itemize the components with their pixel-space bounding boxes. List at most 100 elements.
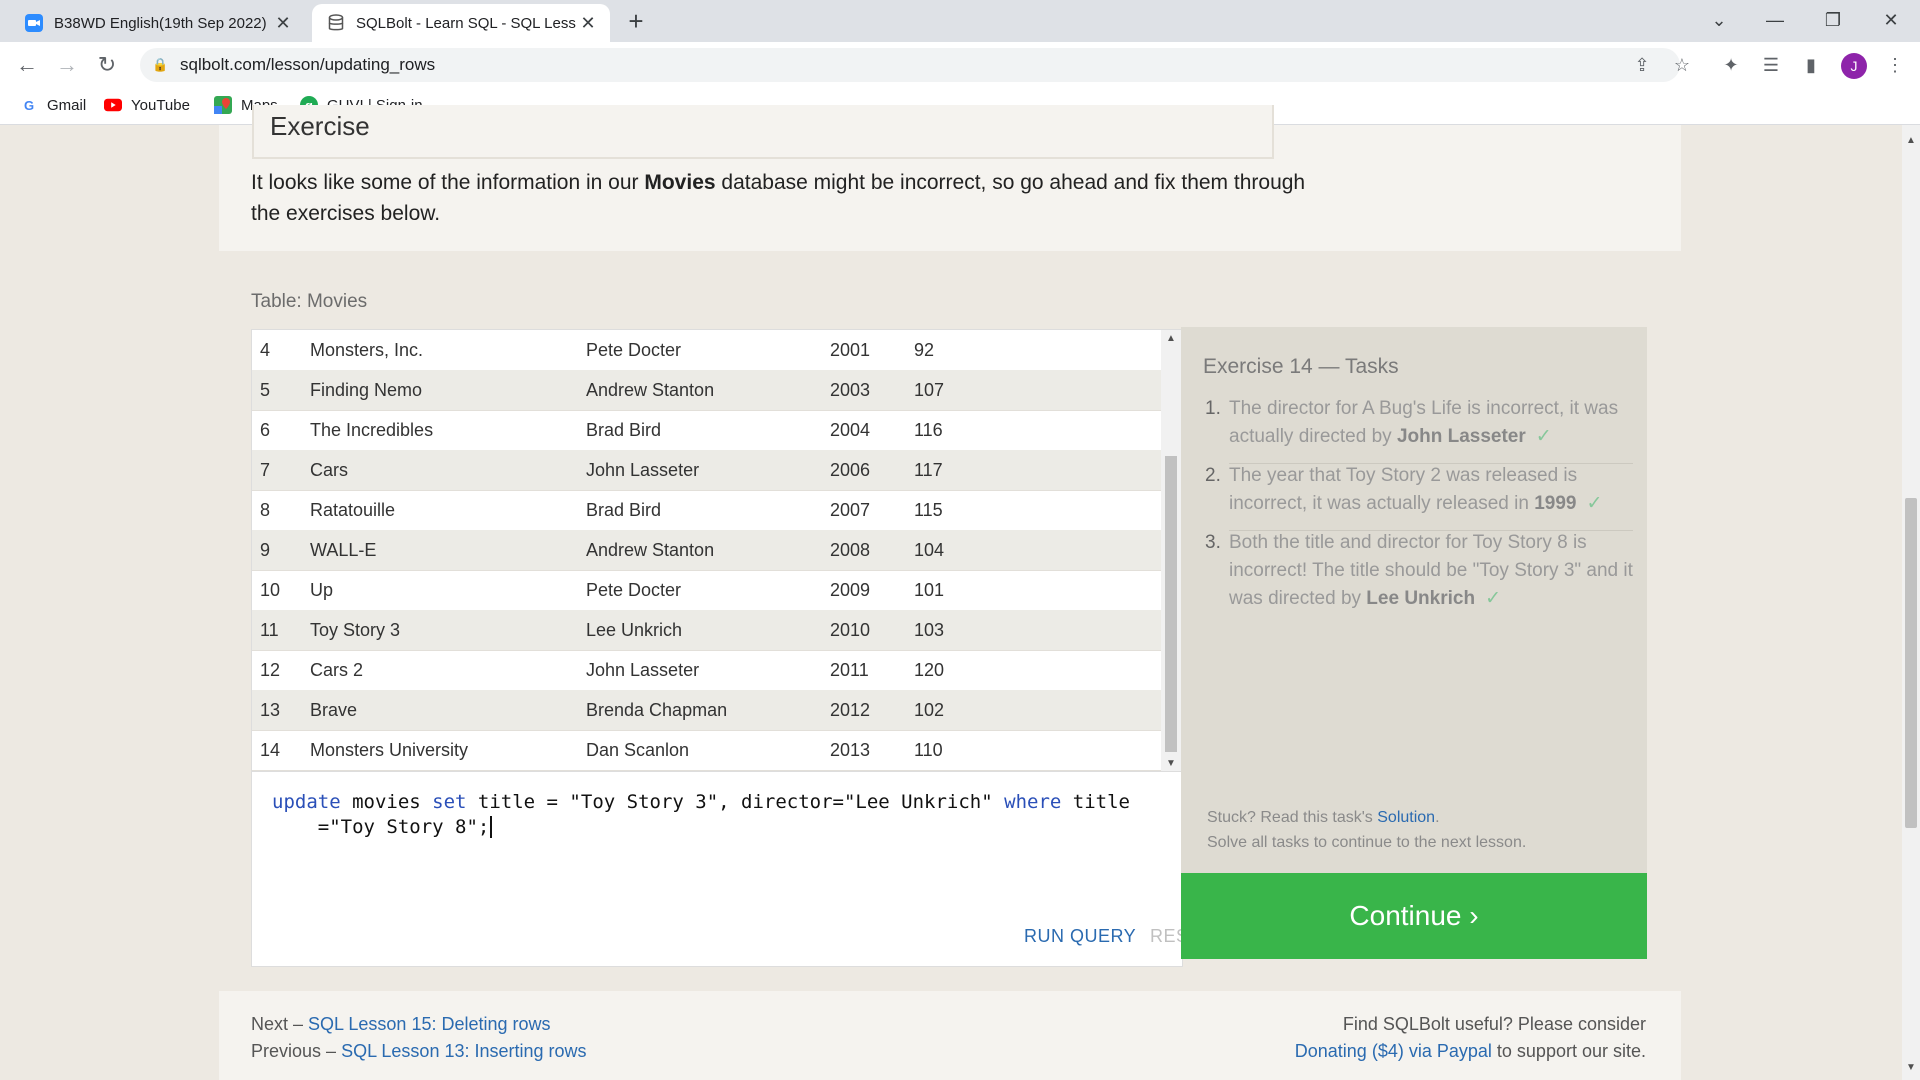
- cell-director: Dan Scanlon: [586, 740, 690, 760]
- exercise-heading: Exercise: [270, 111, 370, 141]
- lesson-page: Exercise It looks like some of the infor…: [219, 105, 1681, 1080]
- scrollbar-thumb[interactable]: [1165, 456, 1177, 752]
- table-row: 7 Cars John Lasseter 2006 117: [252, 450, 1161, 491]
- tab-zoom-class[interactable]: B38WD English(19th Sep 2022) : ✕: [10, 4, 305, 42]
- check-icon: ✓: [1485, 588, 1501, 609]
- cell-id: 11: [260, 620, 279, 640]
- cell-id: 7: [260, 460, 271, 480]
- tab-title: B38WD English(19th Sep 2022) :: [54, 14, 271, 32]
- text-cursor: [490, 816, 493, 838]
- url-text: sqlbolt.com/lesson/updating_rows: [180, 55, 436, 74]
- close-tab-icon[interactable]: ✕: [271, 11, 295, 35]
- task-item: 2. The year that Toy Story 2 was release…: [1205, 462, 1635, 518]
- cell-title: Ratatouille: [310, 500, 396, 520]
- cell-title: Up: [310, 580, 334, 600]
- next-lesson-link[interactable]: SQL Lesson 15: Deleting rows: [308, 1014, 550, 1034]
- close-window-icon[interactable]: ✕: [1868, 4, 1914, 36]
- extensions-icon[interactable]: ✦: [1718, 52, 1744, 78]
- cell-year: 2013: [830, 740, 871, 760]
- cell-id: 6: [260, 420, 271, 440]
- cell-length: 115: [914, 500, 943, 520]
- scroll-up-icon[interactable]: ▲: [1906, 135, 1916, 146]
- sql-editor[interactable]: update movies set title = "Toy Story 3",…: [251, 771, 1212, 967]
- cell-title: Cars: [310, 460, 349, 480]
- cell-length: 107: [914, 380, 945, 400]
- scroll-up-icon[interactable]: ▲: [1166, 333, 1176, 344]
- cell-id: 12: [260, 660, 281, 680]
- page-scrollbar[interactable]: ▲ ▼: [1902, 125, 1920, 1080]
- cell-director: Pete Docter: [586, 340, 682, 360]
- maps-icon: [214, 96, 232, 114]
- check-icon: ✓: [1586, 493, 1603, 514]
- continue-button[interactable]: Continue ›: [1181, 873, 1647, 959]
- close-tab-icon[interactable]: ✕: [576, 11, 600, 35]
- solution-link[interactable]: Solution: [1377, 809, 1435, 826]
- table-row: 6 The Incredibles Brad Bird 2004 116: [252, 410, 1161, 451]
- cell-director: John Lasseter: [586, 460, 700, 480]
- cell-year: 2010: [830, 620, 871, 640]
- table-row: 14 Monsters University Dan Scanlon 2013 110: [252, 730, 1161, 771]
- exercise-workspace: Table: Movies 4 Monsters, Inc. Pete Docter…: [219, 251, 1681, 991]
- donate-link[interactable]: Donating ($4) via Paypal: [1295, 1041, 1492, 1061]
- cell-length: 101: [914, 580, 945, 600]
- sql-code[interactable]: update movies set title = "Toy Story 3",…: [272, 790, 1130, 840]
- table-scrollbar[interactable]: ▲ ▼: [1161, 330, 1181, 772]
- cell-title: Toy Story 3: [310, 620, 401, 640]
- restore-icon[interactable]: ❐: [1810, 4, 1856, 36]
- cell-director: Pete Docter: [586, 580, 682, 600]
- cell-length: 104: [914, 540, 945, 560]
- bookmark-youtube[interactable]: YouTube: [104, 96, 190, 114]
- sql-text: ="Toy Story 8";: [272, 816, 490, 838]
- google-icon: G: [23, 97, 35, 113]
- exercise-heading-box: Exercise: [252, 105, 1274, 159]
- bookmark-gmail[interactable]: G Gmail: [20, 96, 86, 114]
- intro-bold-movies: Movies: [644, 171, 716, 194]
- cell-id: 4: [260, 340, 271, 360]
- intro-text: It looks like some of the information in…: [251, 171, 639, 194]
- scroll-down-icon[interactable]: ▼: [1906, 1062, 1916, 1073]
- next-prefix: Next –: [251, 1014, 304, 1034]
- sql-keyword: update: [272, 791, 341, 813]
- cell-year: 2009: [830, 580, 871, 600]
- new-tab-button[interactable]: +: [622, 8, 650, 36]
- scroll-down-icon[interactable]: ▼: [1166, 758, 1176, 769]
- forward-icon[interactable]: →: [52, 50, 82, 80]
- tab-search-icon[interactable]: ⌄: [1696, 4, 1742, 36]
- cell-year: 2004: [830, 420, 871, 440]
- sql-keyword: where: [1004, 791, 1062, 813]
- youtube-icon: [104, 96, 122, 114]
- menu-kebab-icon[interactable]: ⋮: [1882, 52, 1908, 78]
- tab-strip: B38WD English(19th Sep 2022) : ✕ SQLBolt…: [0, 0, 1920, 42]
- sql-text: movies: [340, 791, 433, 813]
- movies-table: 4 Monsters, Inc. Pete Docter 2001 92 5 Finding…: [251, 329, 1182, 773]
- sql-keyword: set: [432, 791, 467, 813]
- minimize-icon[interactable]: —: [1752, 4, 1798, 36]
- table-label: Table: Movies: [251, 291, 368, 312]
- stuck-text: Stuck? Read this task's: [1207, 809, 1373, 826]
- exercise-intro: It looks like some of the information in…: [251, 167, 1311, 229]
- cell-id: 9: [260, 540, 271, 560]
- tab-title: SQLBolt - Learn SQL - SQL Lesso: [356, 14, 576, 32]
- bookmark-star-icon[interactable]: ☆: [1669, 52, 1695, 78]
- cell-length: 116: [914, 420, 943, 440]
- side-panel-icon[interactable]: ▮: [1798, 52, 1824, 78]
- cell-id: 10: [260, 580, 281, 600]
- share-icon[interactable]: ⇪: [1629, 52, 1655, 78]
- reading-list-icon[interactable]: ☰: [1758, 52, 1784, 78]
- reload-icon[interactable]: ↻: [92, 50, 122, 80]
- cell-director: Lee Unkrich: [586, 620, 683, 640]
- url-field[interactable]: 🔒 sqlbolt.com/lesson/updating_rows: [140, 48, 1680, 82]
- cell-title: Brave: [310, 700, 358, 720]
- back-icon[interactable]: ←: [12, 50, 42, 80]
- cell-title: WALL-E: [310, 540, 377, 560]
- cell-director: Brad Bird: [586, 420, 662, 440]
- profile-avatar[interactable]: J: [1841, 53, 1867, 79]
- donation-text: to support our site.: [1496, 1041, 1646, 1061]
- run-query-button[interactable]: RUN QUERY: [1024, 926, 1136, 947]
- prev-lesson-link[interactable]: SQL Lesson 13: Inserting rows: [341, 1041, 586, 1061]
- cell-length: 92: [914, 340, 935, 360]
- scrollbar-thumb[interactable]: [1905, 498, 1917, 828]
- tab-sqlbolt[interactable]: SQLBolt - Learn SQL - SQL Lesso ✕: [312, 4, 610, 42]
- cell-title: Cars 2: [310, 660, 364, 680]
- cell-id: 8: [260, 500, 271, 520]
